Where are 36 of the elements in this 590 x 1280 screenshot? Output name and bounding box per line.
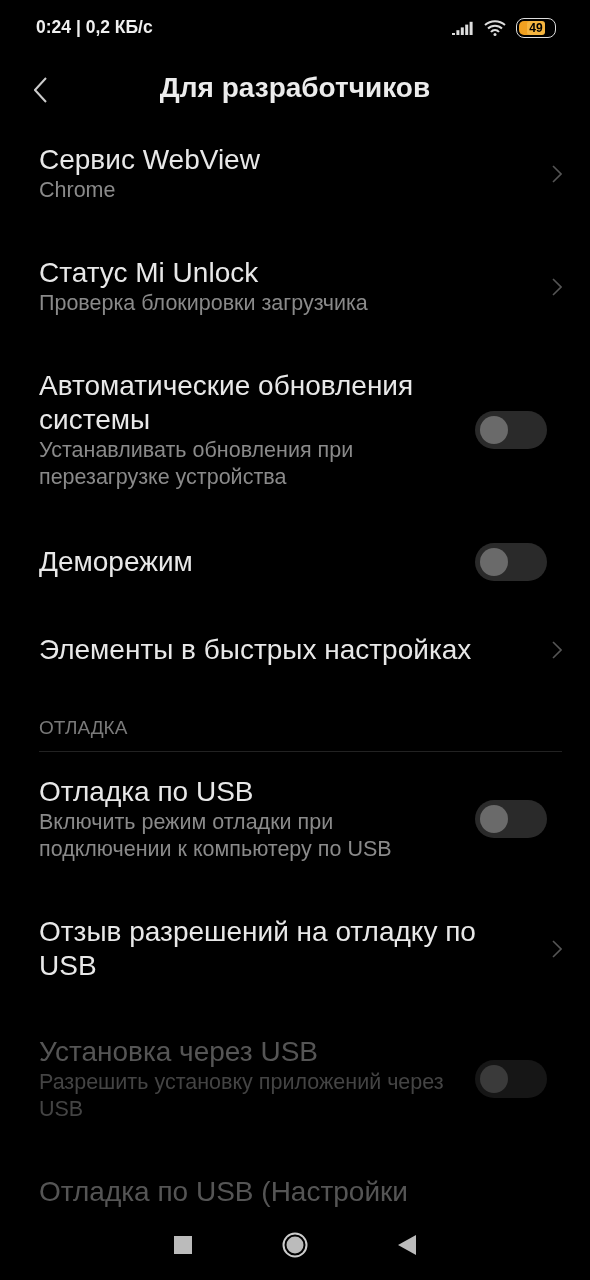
setting-title: Отзыв разрешений на отладку по USB: [39, 915, 477, 983]
settings-row[interactable]: Элементы в быстрых настройках: [0, 610, 590, 696]
chevron-right-icon: [552, 277, 562, 296]
home-button[interactable]: [282, 1232, 308, 1258]
battery-icon: 49: [516, 17, 556, 38]
settings-row[interactable]: Отзыв разрешений на отладку по USB: [0, 892, 590, 1012]
setting-description: Устанавливать обновления при перезагрузке устройства: [39, 437, 355, 491]
status-time: 0:24 | 0,2 КБ/с: [36, 17, 153, 38]
setting-title: Отладка по USB (Настройки: [39, 1175, 409, 1209]
setting-description: Chrome: [39, 177, 117, 204]
toggle-switch[interactable]: [475, 800, 547, 838]
setting-title: Статус Mi Unlock: [39, 256, 260, 290]
setting-title: Деморежим: [39, 545, 194, 579]
wifi-icon: [484, 19, 506, 36]
setting-description: Включить режим отладки при подключении к компьютеру по USB: [39, 809, 393, 863]
setting-description: Разрешить установку приложений через USB: [39, 1069, 445, 1123]
setting-title: Сервис WebView: [39, 143, 261, 177]
back-nav-button[interactable]: [398, 1235, 416, 1255]
chevron-right-icon: [552, 940, 562, 958]
settings-row[interactable]: Автоматические обновления системы Устанавливать обновления при перезагрузке устройства: [0, 346, 590, 520]
toggle-switch[interactable]: [475, 411, 547, 449]
page-title: Для разработчиков: [159, 71, 431, 104]
signal-icon: [452, 20, 474, 35]
chevron-right-icon: [552, 164, 562, 183]
setting-title: Отладка по USB: [39, 775, 255, 809]
setting-title: Установка через USB: [39, 1035, 319, 1069]
setting-title: Элементы в быстрых настройках: [39, 633, 473, 667]
settings-row[interactable]: Сервис WebView Chrome: [0, 120, 590, 233]
settings-row[interactable]: Отладка по USB Включить режим отладки при подключении к компьютеру по USB: [0, 752, 590, 892]
settings-row[interactable]: Статус Mi Unlock Проверка блокировки загрузчика: [0, 233, 590, 346]
section-header: ОТЛАДКА: [39, 717, 128, 738]
setting-title: Автоматические обновления системы: [39, 369, 415, 437]
settings-row[interactable]: Деморежим: [0, 520, 590, 610]
toggle-switch[interactable]: [475, 543, 547, 581]
chevron-right-icon: [552, 641, 562, 659]
setting-description: Проверка блокировки загрузчика: [39, 290, 369, 317]
